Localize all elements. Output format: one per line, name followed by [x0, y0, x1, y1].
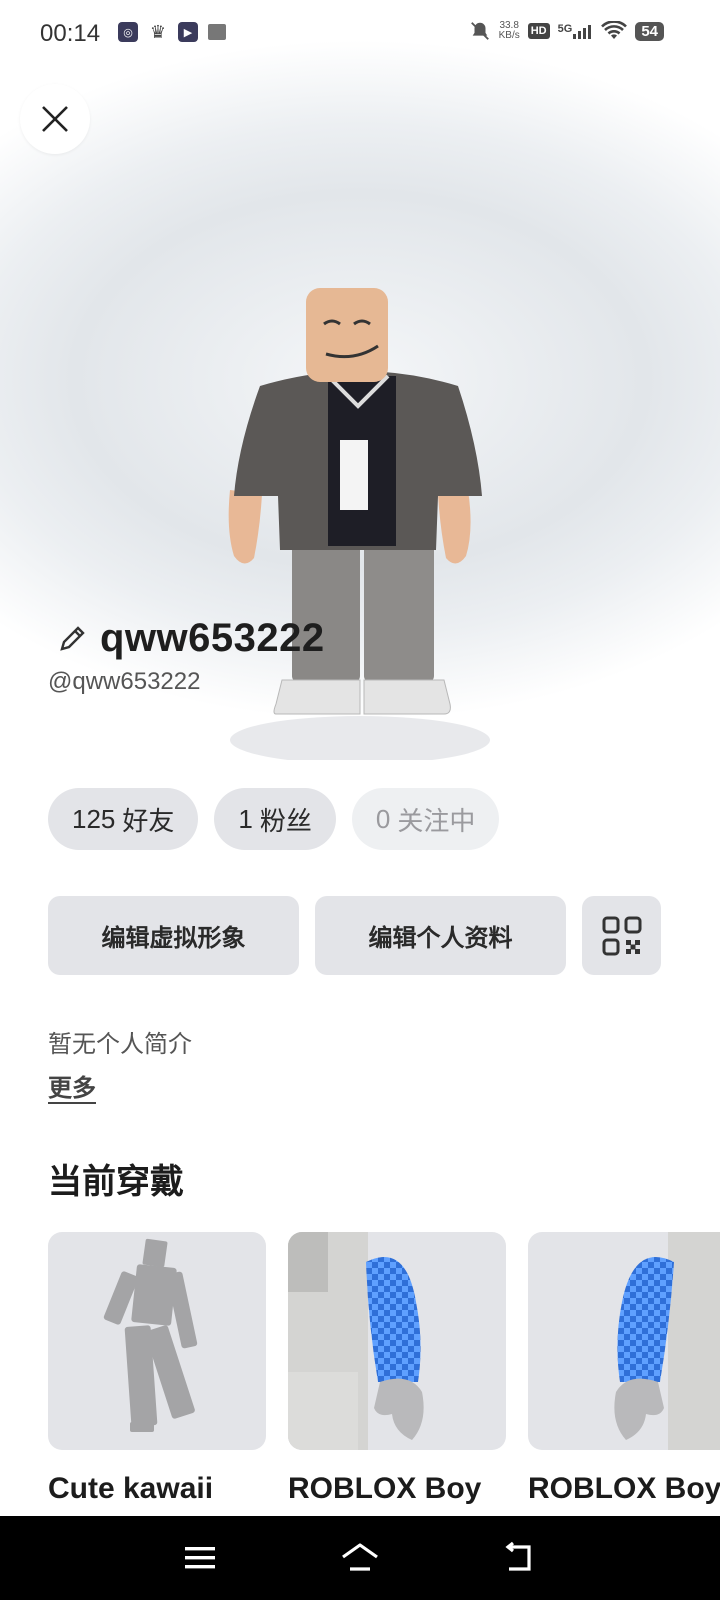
network-speed: 33.8 KB/s [499, 21, 520, 41]
network-speed-unit: KB/s [498, 30, 520, 41]
signal-type: 5G [557, 23, 573, 35]
wearing-item[interactable]: Cute kawaii [48, 1232, 266, 1506]
following-pill[interactable]: 0 关注中 [351, 788, 500, 850]
back-icon [505, 1541, 531, 1571]
item-thumbnail [48, 1232, 266, 1450]
followers-pill[interactable]: 1 粉丝 [214, 788, 336, 850]
battery-level: 54 [635, 21, 664, 41]
close-button[interactable] [20, 84, 90, 154]
friends-label: 好友 [122, 805, 175, 836]
qr-code-button[interactable] [582, 896, 661, 975]
following-label: 关注中 [397, 805, 476, 836]
system-nav-bar [0, 1516, 720, 1600]
cell-signal-icon: 5G [558, 23, 594, 39]
wearing-carousel[interactable]: Cute kawaii ROBLOX Boy ROBLOX Boy [48, 1232, 720, 1514]
status-time: 00:14 [40, 20, 101, 47]
currently-wearing-title: 当前穿戴 [48, 1163, 184, 1201]
friends-pill[interactable]: 125 好友 [48, 788, 199, 850]
wearing-item[interactable]: ROBLOX Boy [528, 1232, 720, 1506]
menu-button[interactable] [170, 1528, 230, 1588]
qr-code-icon [602, 916, 641, 955]
friends-count: 125 [72, 803, 116, 834]
followers-label: 粉丝 [259, 805, 312, 836]
followers-count: 1 [238, 803, 253, 834]
display-name: qww653222 [100, 616, 325, 660]
home-button[interactable] [330, 1528, 390, 1588]
display-name-row[interactable]: qww653222 [56, 616, 325, 661]
home-icon [342, 1543, 378, 1571]
status-bar: 00:14 ◎ ♛ ▶ 33.8 KB/s HD 5G 54 [0, 0, 720, 66]
notification-icons: ◎ ♛ ▶ [118, 22, 226, 42]
stats-row: 125 好友 1 粉丝 0 关注中 [48, 788, 500, 850]
animation-pose-icon [103, 1238, 198, 1432]
item-thumbnail [528, 1232, 720, 1450]
wearing-item[interactable]: ROBLOX Boy [288, 1232, 506, 1506]
more-link[interactable]: 更多 [48, 1068, 96, 1103]
profile-actions: 编辑虚拟形象 编辑个人资料 [48, 896, 661, 975]
item-thumbnail [288, 1232, 506, 1450]
edit-profile-button[interactable]: 编辑个人资料 [315, 896, 566, 975]
system-indicators: 33.8 KB/s HD 5G 54 [469, 20, 664, 42]
menu-icon [185, 1547, 215, 1569]
avatar-figure[interactable] [220, 280, 500, 760]
mute-bell-icon [470, 22, 489, 40]
close-icon [42, 106, 68, 132]
back-button[interactable] [490, 1528, 550, 1588]
following-count: 0 [375, 803, 391, 834]
username: @qww653222 [48, 668, 201, 695]
wifi-icon [601, 21, 628, 39]
pencil-edit-icon[interactable] [56, 623, 88, 655]
sleeve-arm-icon [288, 1232, 424, 1450]
item-name: Cute kawaii [48, 1472, 214, 1505]
bio-text: 暂无个人简介 [48, 1031, 192, 1058]
hd-badge: HD [527, 23, 550, 39]
sleeve-arm-icon [614, 1232, 720, 1450]
play-app-icon: ▶ [178, 22, 198, 42]
item-name: ROBLOX Boy [288, 1472, 482, 1505]
book-icon [208, 24, 226, 40]
item-name: ROBLOX Boy [528, 1472, 720, 1505]
badge-app-icon: ◎ [118, 22, 138, 42]
crown-icon: ♛ [149, 21, 167, 42]
edit-avatar-button[interactable]: 编辑虚拟形象 [48, 896, 299, 975]
